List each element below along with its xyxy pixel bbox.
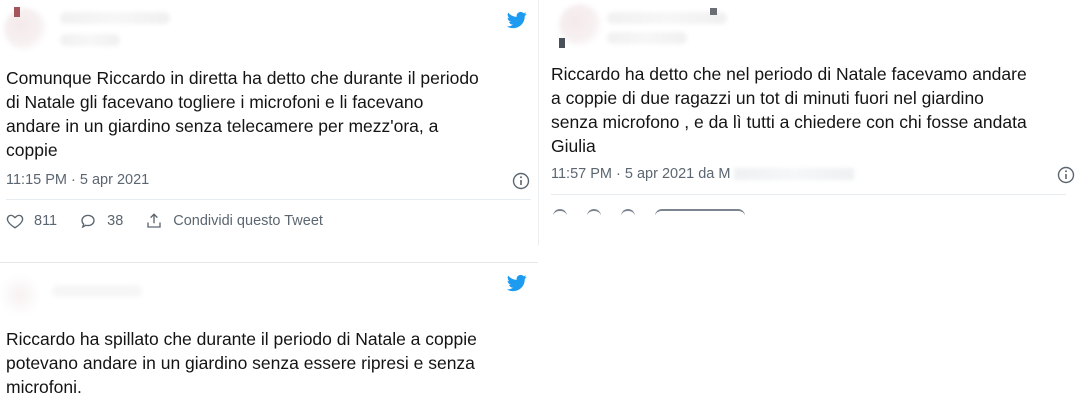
avatar[interactable] bbox=[0, 275, 40, 315]
avatar[interactable] bbox=[559, 4, 601, 46]
tweet-timestamp[interactable]: 11:57 PM · 5 apr 2021 da M bbox=[551, 166, 855, 182]
share-label-cropped bbox=[655, 209, 745, 215]
source-redacted bbox=[734, 168, 855, 181]
share-icon bbox=[147, 213, 161, 228]
share-button[interactable]: Condividi questo Tweet bbox=[145, 212, 323, 230]
display-name-redacted bbox=[607, 12, 727, 24]
reply-count: 38 bbox=[107, 213, 124, 229]
twitter-bird-icon[interactable] bbox=[505, 10, 529, 30]
handle-redacted bbox=[60, 34, 120, 46]
divider bbox=[6, 199, 531, 200]
tweet-card[interactable]: Comunque Riccardo in diretta ha detto ch… bbox=[0, 0, 539, 245]
action-bar-cropped bbox=[553, 205, 853, 215]
reply-icon bbox=[587, 209, 601, 215]
tweet-card[interactable]: Riccardo ha spillato che durante il peri… bbox=[0, 262, 538, 401]
info-icon[interactable] bbox=[512, 172, 530, 190]
share-icon bbox=[621, 209, 635, 215]
divider bbox=[551, 194, 1066, 195]
timestamp-text: 11:57 PM · 5 apr 2021 da M bbox=[551, 166, 731, 182]
avatar[interactable] bbox=[4, 8, 46, 50]
heart-icon bbox=[6, 214, 24, 229]
info-icon[interactable] bbox=[1057, 166, 1075, 184]
name-pixel bbox=[710, 8, 717, 15]
display-name-redacted bbox=[52, 285, 142, 297]
like-button[interactable]: 811 bbox=[6, 212, 57, 230]
share-label: Condividi questo Tweet bbox=[173, 213, 323, 229]
avatar-pixel bbox=[14, 7, 20, 17]
tweet-card[interactable]: Riccardo ha detto che nel periodo di Nat… bbox=[545, 0, 1077, 215]
reply-icon bbox=[81, 214, 95, 229]
twitter-bird-icon[interactable] bbox=[505, 273, 529, 293]
reply-button[interactable]: 38 bbox=[79, 212, 123, 230]
display-name-redacted bbox=[60, 12, 170, 24]
handle-redacted bbox=[607, 32, 687, 44]
tweet-text: Comunque Riccardo in diretta ha detto ch… bbox=[6, 68, 479, 160]
heart-icon bbox=[553, 209, 567, 215]
tweet-timestamp[interactable]: 11:15 PM · 5 apr 2021 bbox=[6, 172, 149, 188]
action-bar: 811 38 Condividi questo Tweet bbox=[6, 212, 345, 230]
avatar-pixel bbox=[559, 38, 565, 48]
tweet-text: Riccardo ha detto che nel periodo di Nat… bbox=[551, 64, 1027, 156]
like-count: 811 bbox=[34, 213, 58, 229]
tweet-text: Riccardo ha spillato che durante il peri… bbox=[6, 329, 477, 397]
